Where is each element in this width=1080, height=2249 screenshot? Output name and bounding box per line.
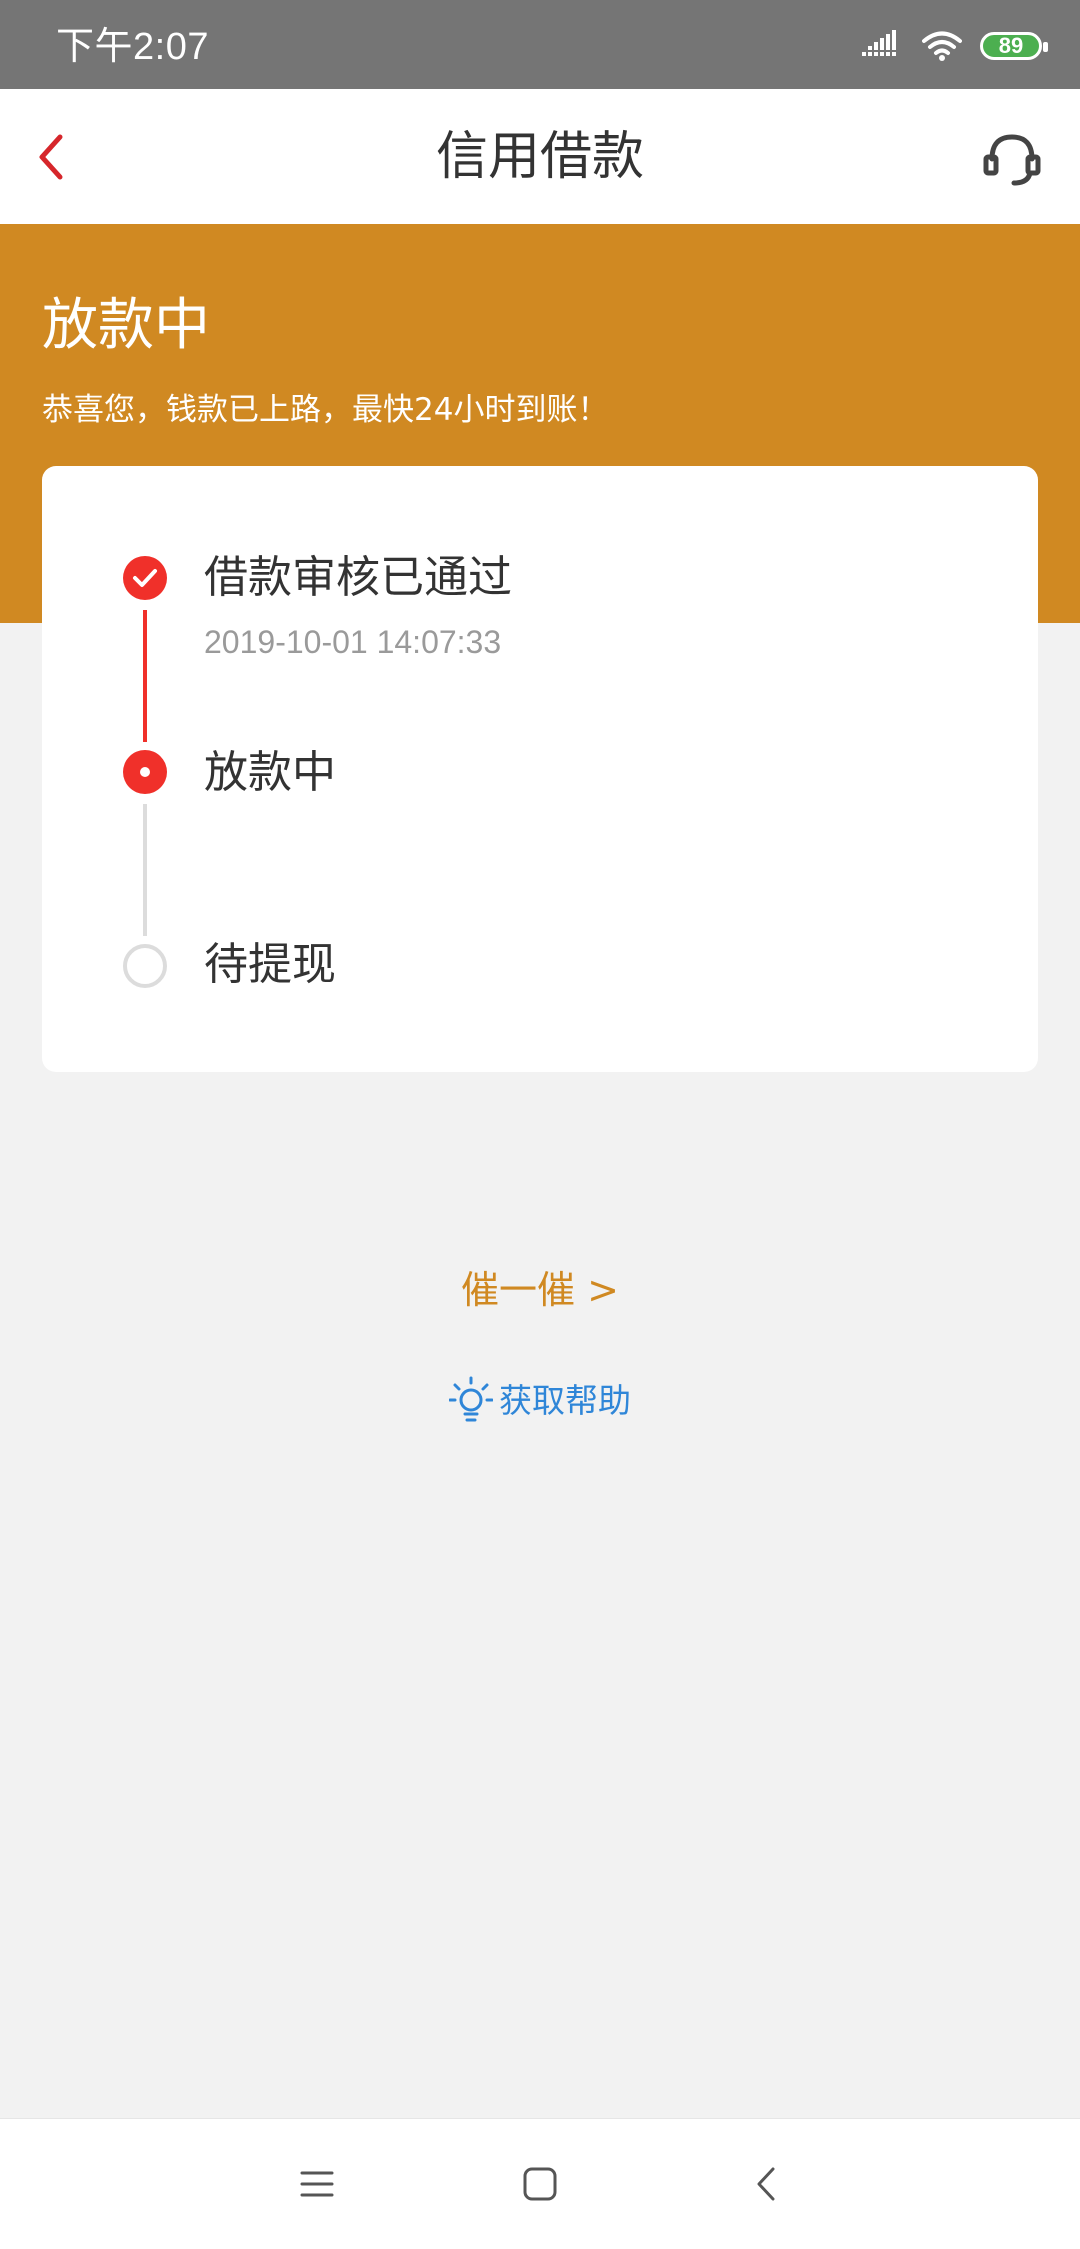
system-home-button[interactable] [515,2159,565,2209]
status-icons: 89 [862,26,1048,66]
step-label-disbursing: 放款中 [204,747,336,798]
lightbulb-icon [449,1376,493,1422]
step-done-icon [123,556,167,600]
step-time-approved: 2019-10-01 14:07:33 [204,624,502,660]
urge-button[interactable]: 催一催 > [0,1266,1080,1314]
progress-line-pending [143,804,147,936]
system-menu-button[interactable] [292,2159,342,2209]
step-pending-icon [123,944,167,988]
system-navigation-bar [0,2118,1080,2249]
battery-icon: 89 [980,32,1048,60]
wifi-icon [922,31,962,61]
headset-icon [983,134,1041,186]
step-label-approved: 借款审核已通过 [204,552,512,603]
status-time: 下午2:07 [56,26,209,68]
progress-card: 借款审核已通过 2019-10-01 14:07:33 放款中 待提现 [42,466,1038,1072]
back-icon [757,2167,775,2201]
step-label-withdraw: 待提现 [204,939,336,990]
navigation-bar: 信用借款 [0,89,1080,224]
customer-service-button[interactable] [980,127,1044,191]
signal-icon [862,30,896,56]
system-back-button[interactable] [742,2159,792,2209]
status-bar: 下午2:07 89 [0,0,1080,89]
get-help-link[interactable]: 获取帮助 [0,1376,1080,1426]
loan-status-title: 放款中 [42,293,210,358]
step-current-icon [123,750,167,794]
loan-status-message: 恭喜您，钱款已上路，最快24小时到账！ [42,392,609,428]
page-title: 信用借款 [435,127,644,187]
menu-icon [300,2171,334,2197]
battery-level: 89 [998,33,1024,58]
progress-line-done [143,610,147,742]
get-help-label: 获取帮助 [499,1381,631,1420]
home-icon [523,2167,557,2201]
